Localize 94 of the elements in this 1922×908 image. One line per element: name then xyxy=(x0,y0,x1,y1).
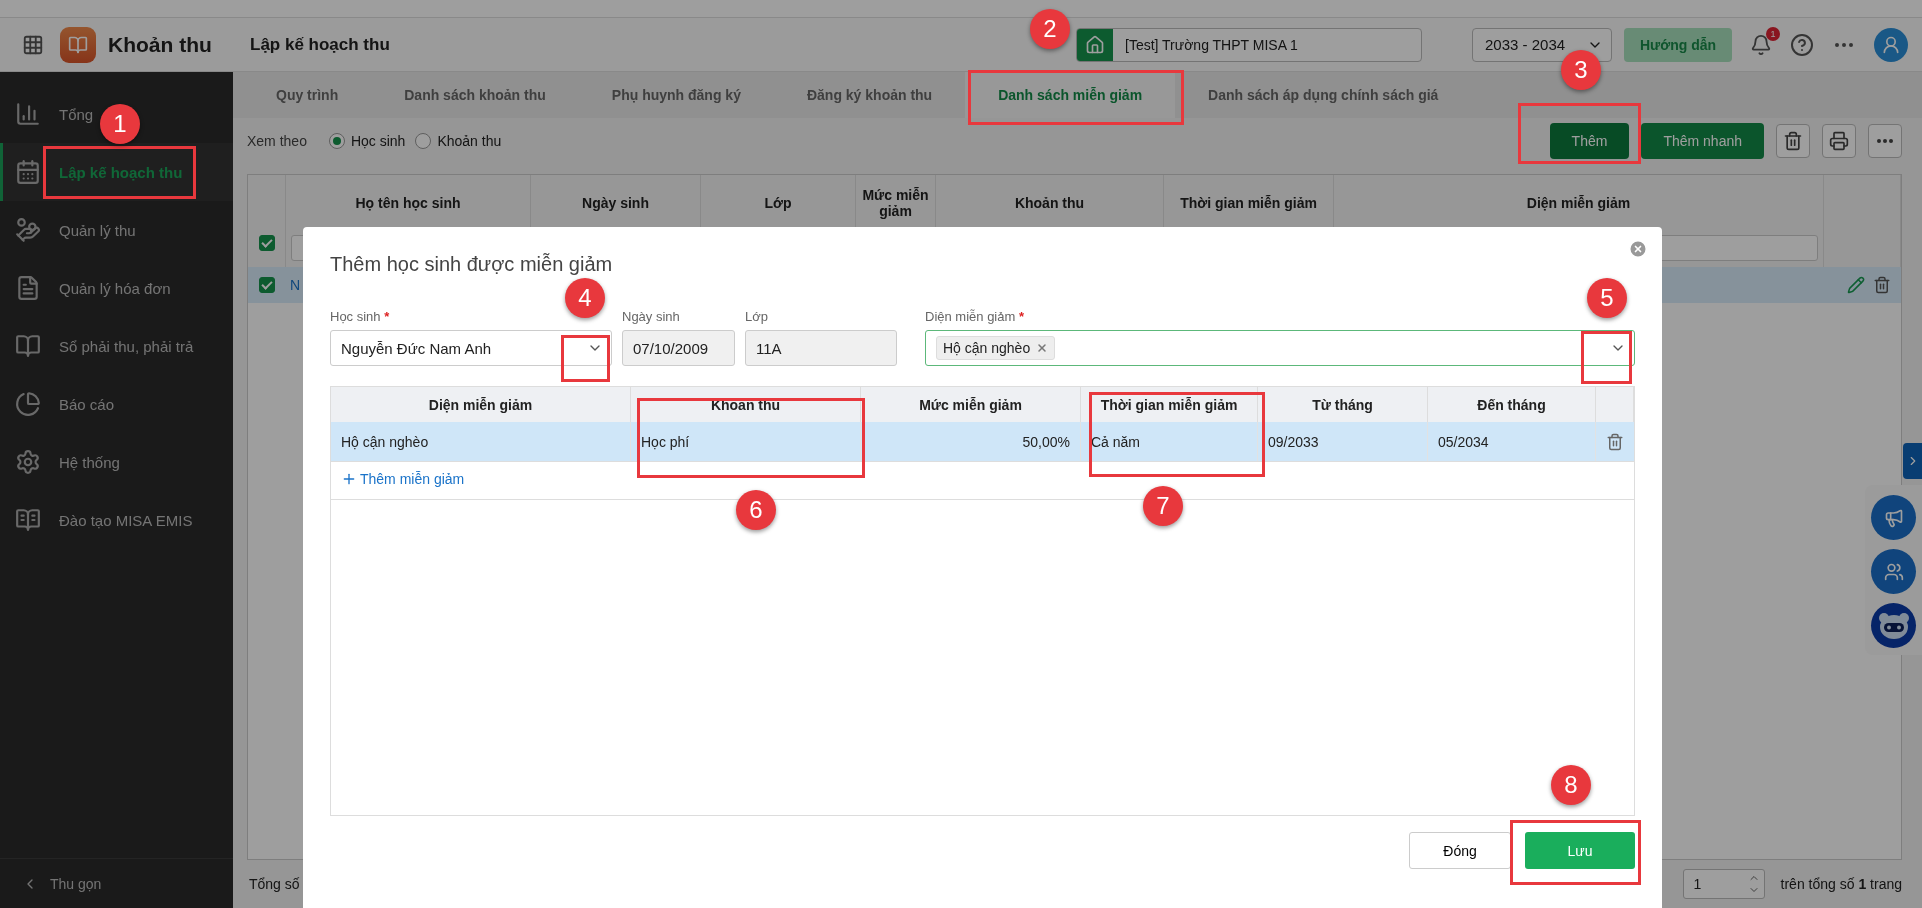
app-grid-icon[interactable] xyxy=(22,33,44,56)
calendar-icon xyxy=(15,159,41,185)
notification-icon[interactable] xyxy=(1750,33,1772,56)
tab[interactable]: Danh sách áp dụng chính sách giá xyxy=(1175,72,1472,118)
tab[interactable]: Danh sách miễn giảm xyxy=(965,72,1176,118)
field-label: Diện miễn giảm * xyxy=(925,309,1025,324)
column-header: Mức miễn giảm xyxy=(861,387,1081,422)
page-title: Lập kế hoạch thu xyxy=(250,34,390,55)
view-by-label: Xem theo xyxy=(247,133,307,149)
tab[interactable]: Danh sách khoản thu xyxy=(371,72,579,118)
add-button[interactable]: Thêm xyxy=(1549,123,1630,159)
edit-icon[interactable] xyxy=(1847,276,1865,294)
sidebar-item[interactable]: Tổng xyxy=(59,105,94,123)
table-cell: 05/2034 xyxy=(1428,422,1596,461)
page-field[interactable]: 1 xyxy=(1682,869,1765,899)
highlight-frame xyxy=(561,335,610,382)
field-label: Học sinh * xyxy=(330,309,391,324)
tag: Hộ cận nghèo xyxy=(936,336,1056,360)
sidebar-item[interactable]: Báo cáo xyxy=(59,395,115,413)
tab[interactable]: Đăng ký khoản thu xyxy=(773,72,966,118)
column-header: Diện miễn giảm xyxy=(331,387,631,422)
year-selector[interactable]: 2033 - 2034 xyxy=(1472,27,1612,62)
settings-icon xyxy=(15,449,41,475)
close-icon[interactable] xyxy=(1628,239,1648,259)
sidebar-item[interactable]: Hệ thống xyxy=(59,453,120,471)
dialog-title: Thêm học sinh được miễn giảm xyxy=(330,253,614,277)
delete-icon[interactable] xyxy=(1873,276,1891,294)
radio-label: Khoản thu xyxy=(437,133,502,149)
tab[interactable]: Quy trình xyxy=(243,72,372,118)
robot-icon xyxy=(1877,611,1910,640)
tab[interactable]: Phụ huynh đăng ký xyxy=(578,72,774,118)
field-label: Lớp xyxy=(745,309,769,324)
sidebar-item[interactable]: Đào tạo MISA EMIS xyxy=(59,511,193,529)
user-icon xyxy=(1881,34,1901,55)
community-button[interactable] xyxy=(1871,549,1916,594)
exemption-type-select[interactable]: Hộ cận nghèo xyxy=(925,330,1635,366)
radio-button[interactable] xyxy=(415,133,432,149)
table-cell: Hộ cận nghèo xyxy=(331,422,631,461)
group-icon xyxy=(1883,561,1904,582)
collapse-button[interactable]: Thu gọn xyxy=(0,858,233,908)
add-exemption-link[interactable]: Thêm miễn giảm xyxy=(341,471,465,487)
table-cell: 50,00% xyxy=(861,422,1081,461)
plus-icon xyxy=(341,471,357,487)
column-header: Từ tháng xyxy=(1258,387,1428,422)
remove-icon[interactable] xyxy=(1036,342,1049,354)
total-label: Tổng số xyxy=(249,876,300,892)
table-cell: Học phí xyxy=(631,422,861,461)
printer-icon xyxy=(1829,131,1849,151)
row-checkbox[interactable] xyxy=(259,277,275,293)
sidebar-item[interactable]: Quản lý thu xyxy=(59,221,136,239)
help-icon[interactable] xyxy=(1790,32,1814,57)
highlight-frame xyxy=(1581,331,1632,384)
save-button[interactable]: Lưu xyxy=(1525,832,1635,869)
expand-panel-button[interactable] xyxy=(1903,443,1922,479)
open-book-icon xyxy=(15,507,41,533)
more-button[interactable] xyxy=(1868,124,1902,158)
guide-button[interactable]: Hướng dẫn xyxy=(1624,27,1732,62)
announcement-button[interactable] xyxy=(1871,495,1916,540)
sidebar-item[interactable]: Quản lý hóa đơn xyxy=(59,279,171,297)
radio-button[interactable] xyxy=(328,133,345,149)
trash-icon xyxy=(1783,131,1803,151)
book-icon xyxy=(15,333,41,359)
document-icon xyxy=(15,275,41,301)
table-cell: 09/2033 xyxy=(1258,422,1428,461)
book-icon xyxy=(68,34,88,55)
sidebar-item[interactable]: Lập kế hoạch thu xyxy=(59,163,183,181)
pie-chart-icon xyxy=(15,391,41,417)
close-button[interactable]: Đóng xyxy=(1409,832,1511,869)
print-button[interactable] xyxy=(1822,124,1856,158)
student-select[interactable]: Nguyễn Đức Nam Anh xyxy=(330,330,612,366)
megaphone-icon xyxy=(1883,507,1904,528)
input-field: 11A xyxy=(745,330,897,366)
notification-count: 1 xyxy=(1766,26,1780,41)
page-count-text: trên tổng số 1 trang xyxy=(1780,876,1902,892)
delete-button[interactable] xyxy=(1776,124,1810,158)
quick-add-button[interactable]: Thêm nhanh xyxy=(1641,123,1764,159)
more-icon xyxy=(1877,139,1893,143)
table-cell: Cả năm xyxy=(1081,422,1258,461)
home-icon xyxy=(1085,34,1105,55)
column-header: Đến tháng xyxy=(1428,387,1596,422)
assistant-button[interactable] xyxy=(1871,603,1916,648)
radio-label: Học sinh xyxy=(350,133,406,149)
delete-icon[interactable] xyxy=(1606,432,1624,451)
hand-coin-icon xyxy=(15,217,41,243)
school-selector[interactable]: [Test] Trường THPT MISA 1 xyxy=(1076,27,1422,62)
field-label: Ngày sinh xyxy=(622,309,681,324)
student-name[interactable]: N xyxy=(290,277,301,293)
bar-chart-icon xyxy=(15,101,41,127)
user-avatar[interactable] xyxy=(1874,27,1908,62)
input-field: 07/10/2009 xyxy=(622,330,735,366)
column-header: Thời gian miễn giảm xyxy=(1081,387,1258,422)
select-all-checkbox[interactable] xyxy=(258,235,275,251)
sidebar-item[interactable]: Sổ phải thu, phải trả xyxy=(59,337,194,355)
app-name: Khoản thu xyxy=(108,32,213,57)
